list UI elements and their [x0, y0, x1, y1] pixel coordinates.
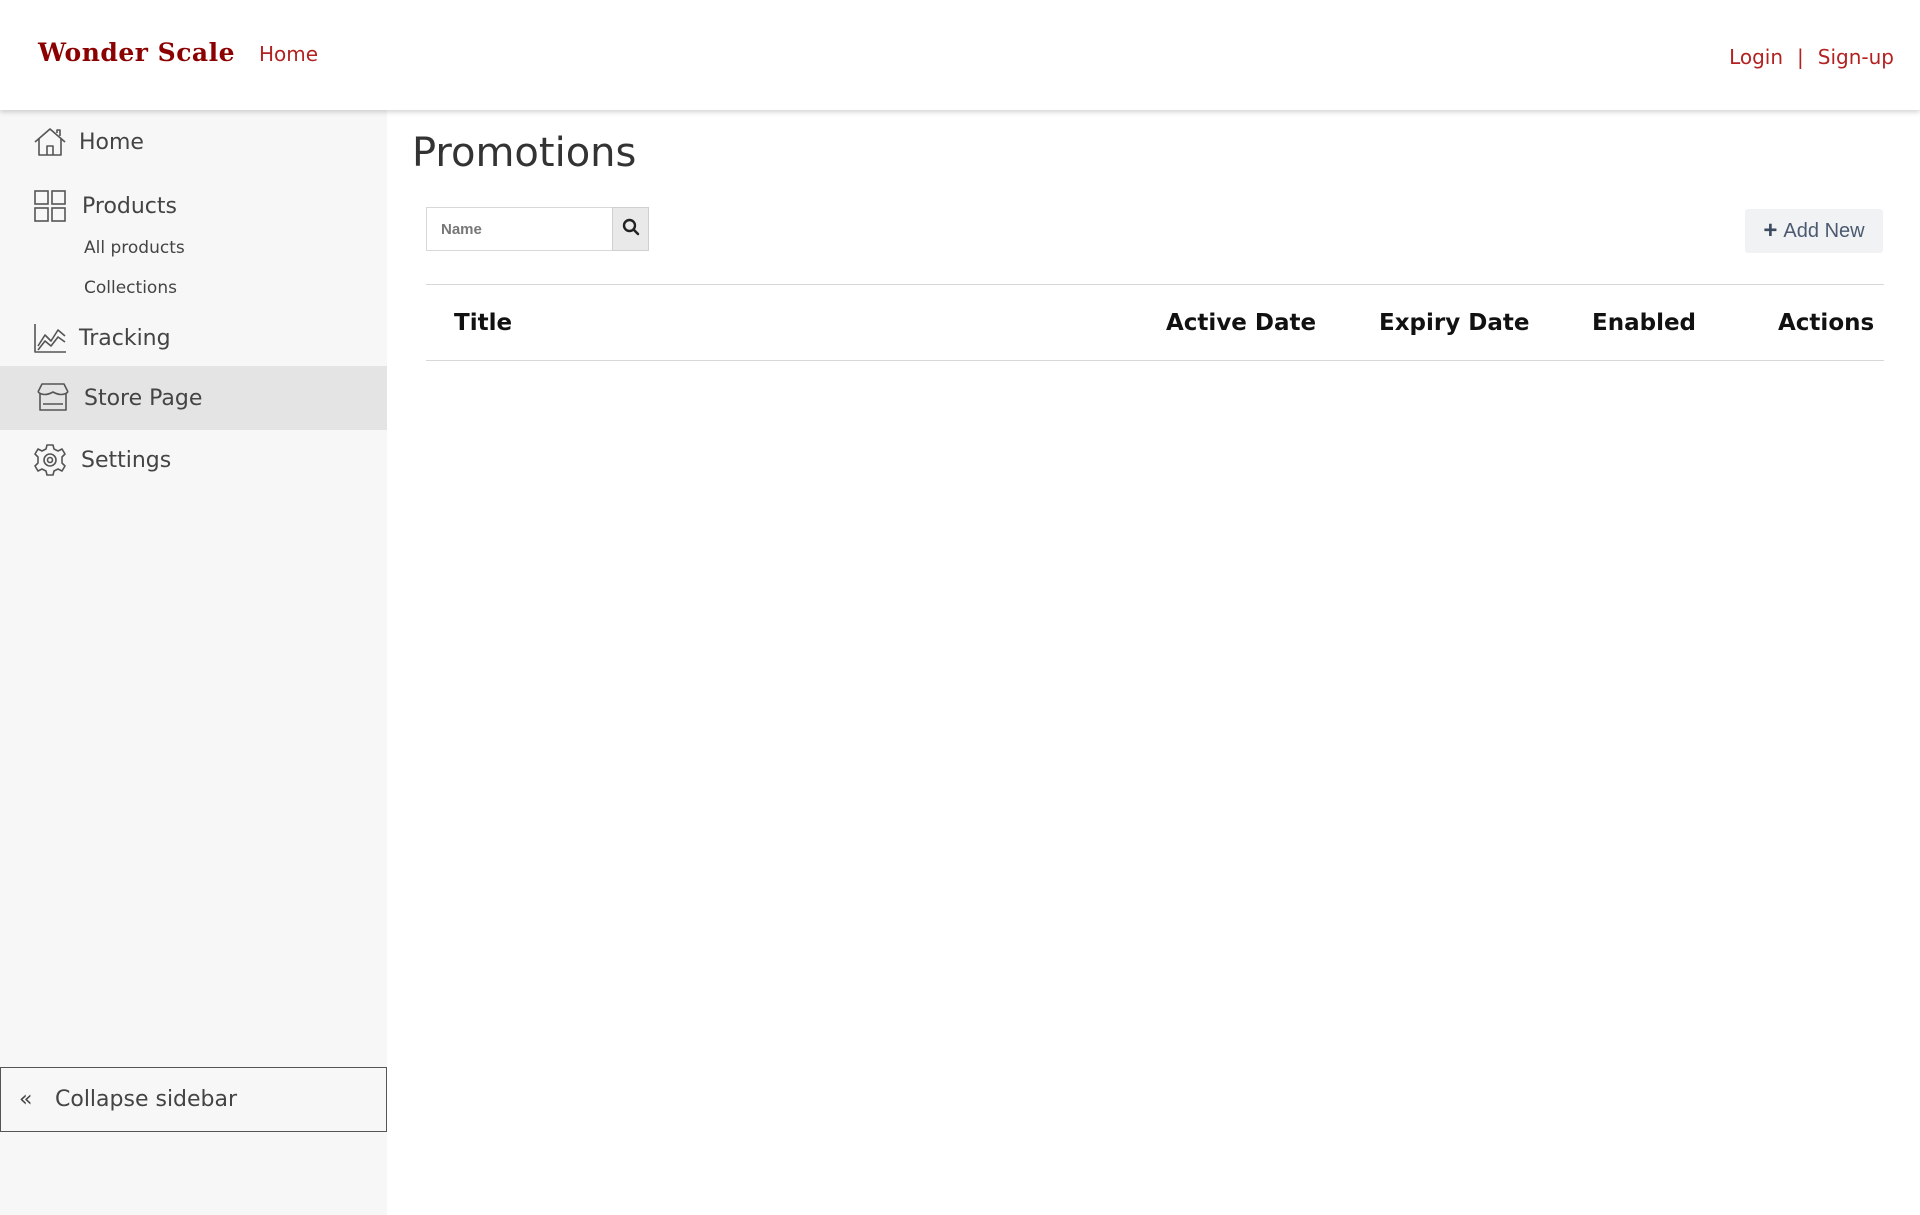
sidebar-subitem-collections[interactable]: Collections — [84, 278, 177, 298]
sidebar: Home Products All products Collections T… — [0, 110, 387, 1215]
promotions-table: Title Active Date Expiry Date Enabled Ac… — [426, 284, 1884, 361]
collapse-sidebar-label: Collapse sidebar — [55, 1087, 238, 1112]
sidebar-item-store-page[interactable]: Store Page — [0, 366, 387, 430]
auth-separator: | — [1797, 45, 1804, 69]
column-header-expiry-date[interactable]: Expiry Date — [1379, 310, 1529, 336]
sidebar-item-label: Products — [82, 193, 177, 219]
login-link[interactable]: Login — [1729, 45, 1783, 69]
add-new-button[interactable]: + Add New — [1745, 209, 1883, 253]
sidebar-item-label: Tracking — [79, 325, 171, 351]
store-icon — [34, 380, 72, 416]
sidebar-item-label: Home — [79, 129, 144, 155]
home-icon — [32, 124, 68, 160]
column-header-actions[interactable]: Actions — [1778, 310, 1874, 336]
sidebar-item-label: Store Page — [84, 385, 203, 411]
sidebar-item-label: Settings — [81, 447, 172, 473]
gear-icon — [32, 442, 68, 478]
column-header-title[interactable]: Title — [454, 310, 512, 336]
top-header: Wonder Scale Home Login | Sign-up — [0, 0, 1920, 110]
column-header-enabled[interactable]: Enabled — [1592, 310, 1696, 336]
search-icon — [622, 218, 640, 240]
auth-links: Login | Sign-up — [1729, 45, 1894, 69]
sidebar-subitem-all-products[interactable]: All products — [84, 238, 185, 258]
chart-icon — [32, 320, 68, 356]
plus-icon: + — [1763, 217, 1778, 244]
sidebar-item-products[interactable]: Products — [0, 174, 387, 238]
nav-home-link[interactable]: Home — [259, 42, 318, 66]
main-content: Promotions + Add New Title Active Date E… — [387, 110, 1920, 1215]
add-new-label: Add New — [1783, 219, 1865, 242]
search-input[interactable] — [426, 207, 612, 251]
sidebar-item-settings[interactable]: Settings — [0, 428, 387, 492]
chevron-double-left-icon: « — [19, 1087, 33, 1112]
search-bar — [426, 207, 649, 251]
page-title: Promotions — [412, 130, 637, 176]
search-button[interactable] — [612, 207, 649, 251]
grid-icon — [32, 188, 68, 224]
column-header-active-date[interactable]: Active Date — [1166, 310, 1316, 336]
sidebar-item-tracking[interactable]: Tracking — [0, 306, 387, 370]
collapse-sidebar-button[interactable]: « Collapse sidebar — [0, 1067, 387, 1132]
brand-logo[interactable]: Wonder Scale — [38, 38, 235, 67]
signup-link[interactable]: Sign-up — [1818, 45, 1894, 69]
sidebar-item-home[interactable]: Home — [0, 110, 387, 174]
